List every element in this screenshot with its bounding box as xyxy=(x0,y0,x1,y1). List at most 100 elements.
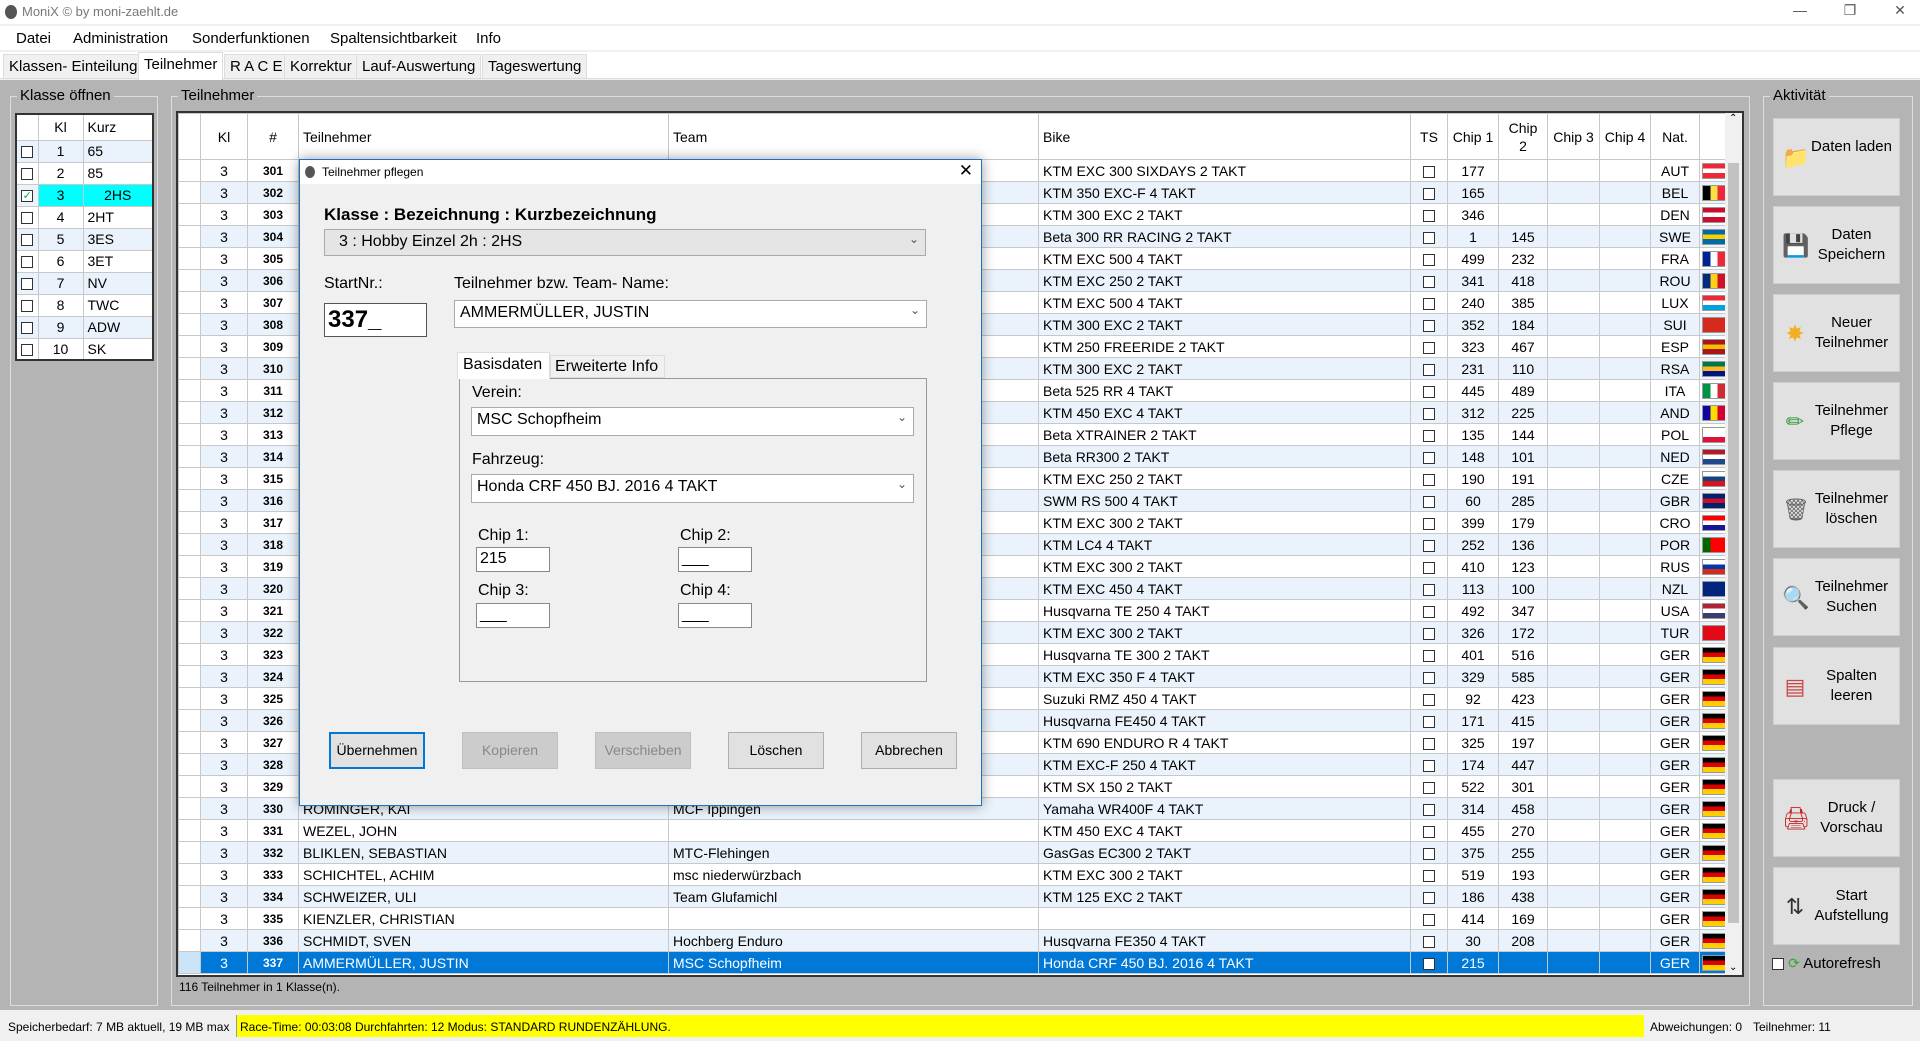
ts-checkbox[interactable] xyxy=(1423,275,1435,288)
dialog-close-icon[interactable]: ✕ xyxy=(959,161,973,181)
neuer-teilnehmer-button[interactable]: ✸ Neuer Teilnehmer xyxy=(1773,294,1900,372)
cell-ts[interactable] xyxy=(1410,731,1448,754)
scroll-up-icon[interactable]: ⌃ xyxy=(1729,113,1737,124)
class-row[interactable]: 8 TWC xyxy=(15,293,154,317)
ts-checkbox[interactable] xyxy=(1423,737,1435,750)
cell-ts[interactable] xyxy=(1410,863,1448,886)
col-ts[interactable]: TS xyxy=(1410,113,1448,160)
row-header[interactable] xyxy=(178,709,201,732)
chip2-input[interactable]: ___ xyxy=(678,547,752,572)
col-kl[interactable]: Kl xyxy=(200,113,248,160)
ts-checkbox[interactable] xyxy=(1423,451,1435,464)
col-chip2[interactable]: Chip 2 xyxy=(1498,113,1548,160)
ts-checkbox[interactable] xyxy=(1423,649,1435,662)
cell-ts[interactable] xyxy=(1410,533,1448,556)
ts-checkbox[interactable] xyxy=(1423,605,1435,618)
col-nat[interactable]: Nat. xyxy=(1650,113,1700,160)
row-header[interactable] xyxy=(178,203,201,226)
tab-teilnehmer[interactable]: Teilnehmer xyxy=(138,52,224,80)
row-header[interactable] xyxy=(178,291,201,314)
col-kurz[interactable]: Kurz xyxy=(82,113,154,141)
cell-ts[interactable] xyxy=(1410,291,1448,314)
cell-ts[interactable] xyxy=(1410,247,1448,270)
class-row[interactable]: 2 85 xyxy=(15,161,154,185)
ts-checkbox[interactable] xyxy=(1423,583,1435,596)
row-header[interactable] xyxy=(178,577,201,600)
chip1-input[interactable]: 215 xyxy=(476,547,550,572)
daten-speichern-button[interactable]: 💾 Daten Speichern xyxy=(1773,206,1900,284)
cell-ts[interactable] xyxy=(1410,423,1448,446)
ts-checkbox[interactable] xyxy=(1423,627,1435,640)
daten-laden-button[interactable]: 📁 Daten laden xyxy=(1773,118,1900,196)
scrollbar-thumb[interactable] xyxy=(1728,163,1739,923)
chip3-input[interactable]: ___ xyxy=(476,603,550,628)
row-header[interactable] xyxy=(178,951,201,974)
cell-ts[interactable] xyxy=(1410,753,1448,776)
class-checkbox[interactable]: ✓ xyxy=(15,183,39,207)
class-row[interactable]: 1 65 xyxy=(15,139,154,163)
row-header[interactable] xyxy=(178,643,201,666)
cell-ts[interactable] xyxy=(1410,643,1448,666)
tab-race[interactable]: R A C E xyxy=(224,54,289,79)
cell-ts[interactable] xyxy=(1410,929,1448,952)
table-row[interactable]: 3 333 SCHICHTEL, ACHIM msc niederwürzbach KT… xyxy=(178,863,1730,886)
abbrechen-button[interactable]: Abbrechen xyxy=(861,732,957,769)
row-header[interactable] xyxy=(178,423,201,446)
cell-ts[interactable] xyxy=(1410,379,1448,402)
class-row[interactable]: 7 NV xyxy=(15,271,154,295)
name-combo[interactable]: AMMERMÜLLER, JUSTIN ⌄ xyxy=(454,300,927,328)
ts-checkbox[interactable] xyxy=(1423,495,1435,508)
scroll-down-icon[interactable]: ⌄ xyxy=(1729,962,1737,973)
row-header[interactable] xyxy=(178,885,201,908)
cell-ts[interactable] xyxy=(1410,951,1448,974)
ts-checkbox[interactable] xyxy=(1423,671,1435,684)
cell-ts[interactable] xyxy=(1410,445,1448,468)
cell-ts[interactable] xyxy=(1410,709,1448,732)
teilnehmer-pflege-button[interactable]: ✏ Teilnehmer Pflege xyxy=(1773,382,1900,460)
ts-checkbox[interactable] xyxy=(1423,319,1435,332)
class-checkbox[interactable] xyxy=(15,227,39,251)
row-header[interactable] xyxy=(178,775,201,798)
cell-ts[interactable] xyxy=(1410,401,1448,424)
row-header[interactable] xyxy=(178,467,201,490)
cell-ts[interactable] xyxy=(1410,841,1448,864)
ts-checkbox[interactable] xyxy=(1423,825,1435,838)
ts-checkbox[interactable] xyxy=(1423,253,1435,266)
row-header[interactable] xyxy=(178,687,201,710)
table-row[interactable]: 3 334 SCHWEIZER, ULI Team Glufamichl KTM 125… xyxy=(178,885,1730,908)
col-bike[interactable]: Bike xyxy=(1038,113,1411,160)
col-number[interactable]: # xyxy=(247,113,299,160)
menu-info[interactable]: Info xyxy=(476,30,501,47)
class-checkbox[interactable] xyxy=(15,337,39,361)
minimize-button[interactable]: — xyxy=(1785,2,1815,18)
class-checkbox[interactable] xyxy=(15,293,39,317)
row-header[interactable] xyxy=(178,621,201,644)
vertical-scrollbar[interactable]: ⌃ ⌄ xyxy=(1725,113,1742,975)
uebernehmen-button[interactable]: Übernehmen xyxy=(329,732,425,769)
kopieren-button[interactable]: Kopieren xyxy=(462,732,558,769)
ts-checkbox[interactable] xyxy=(1423,517,1435,530)
cell-ts[interactable] xyxy=(1410,687,1448,710)
close-button[interactable]: ✕ xyxy=(1885,2,1915,19)
table-row[interactable]: 3 332 BLIKLEN, SEBASTIAN MTC-Flehingen GasGa… xyxy=(178,841,1730,864)
chip4-input[interactable]: ___ xyxy=(678,603,752,628)
row-header[interactable] xyxy=(178,269,201,292)
col-kl[interactable]: Kl xyxy=(37,113,84,141)
cell-ts[interactable] xyxy=(1410,335,1448,358)
ts-checkbox[interactable] xyxy=(1423,341,1435,354)
menu-sonderfunktionen[interactable]: Sonderfunktionen xyxy=(192,30,310,47)
ts-checkbox[interactable] xyxy=(1423,297,1435,310)
teilnehmer-löschen-button[interactable]: 🗑 Teilnehmer löschen xyxy=(1773,470,1900,548)
ts-checkbox[interactable] xyxy=(1423,385,1435,398)
cell-ts[interactable] xyxy=(1410,269,1448,292)
ts-checkbox[interactable] xyxy=(1423,539,1435,552)
menu-spaltensichtbarkeit[interactable]: Spaltensichtbarkeit xyxy=(330,30,457,47)
cell-ts[interactable] xyxy=(1410,775,1448,798)
ts-checkbox[interactable] xyxy=(1423,363,1435,376)
row-header[interactable] xyxy=(178,247,201,270)
ts-checkbox[interactable] xyxy=(1423,429,1435,442)
cell-ts[interactable] xyxy=(1410,599,1448,622)
class-row[interactable]: 6 3ET xyxy=(15,249,154,273)
row-header[interactable] xyxy=(178,379,201,402)
cell-ts[interactable] xyxy=(1410,511,1448,534)
